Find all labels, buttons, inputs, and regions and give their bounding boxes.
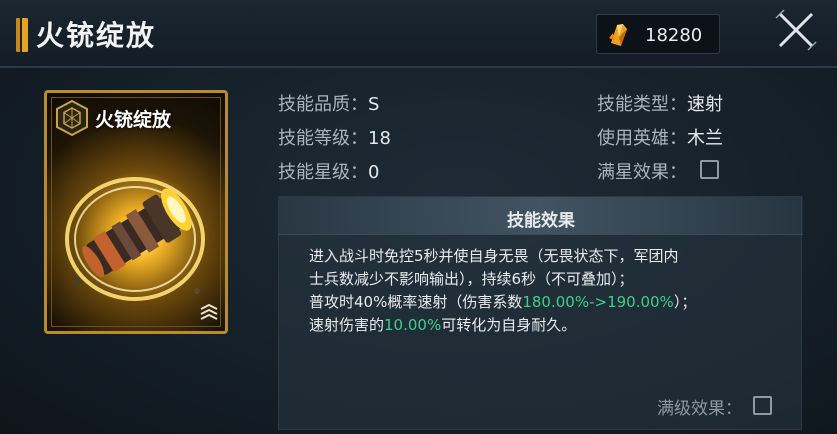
stat-quality-value: S — [368, 94, 380, 115]
effect-description: 进入战斗时免控5秒并使自身无畏（无畏状态下，军团内 士兵数减少不影响输出），持续… — [309, 245, 779, 337]
stat-hero-label: 使用英雄： — [597, 128, 687, 149]
header-bar: 火铳绽放 18280 — [0, 0, 837, 68]
effect-line-1: 进入战斗时免控5秒并使自身无畏（无畏状态下，军团内 — [309, 247, 679, 265]
effect-conversion-highlight: 10.00% — [384, 316, 442, 334]
effect-header: 技能效果 — [279, 197, 803, 235]
close-button[interactable] — [768, 4, 824, 56]
effect-line-4-text: 速射伤害的 — [309, 316, 385, 334]
currency-amount: 18280 — [645, 25, 703, 46]
effect-title: 技能效果 — [507, 211, 575, 231]
crystal-shard-icon — [609, 24, 627, 46]
stat-hero: 使用英雄：木兰 — [597, 124, 723, 150]
effect-line-4-tail: 可转化为自身耐久。 — [441, 316, 577, 334]
maxlevel-checkbox[interactable] — [753, 396, 772, 415]
maxlevel-label: 满级效果： — [657, 399, 742, 419]
stat-star: 技能星级：0 — [278, 158, 379, 184]
effect-line-3-tail: ）； — [673, 293, 697, 311]
title-accent-bar — [16, 18, 28, 52]
stat-star-value: 0 — [368, 162, 380, 183]
skill-card: 火铳绽放 — [44, 90, 228, 334]
effect-coefficient-highlight: 180.00%->190.00% — [522, 293, 674, 311]
effect-line-3: 普攻时40%概率速射（伤害系数180.00%->190.00%）； — [309, 291, 779, 314]
stat-fullstar: 满星效果： — [597, 158, 687, 184]
effect-box: 技能效果 进入战斗时免控5秒并使自身无畏（无畏状态下，军团内 士兵数减少不影响输… — [278, 196, 803, 430]
stat-hero-value: 木兰 — [687, 128, 723, 149]
stat-quality: 技能品质：S — [278, 90, 379, 116]
stat-quality-label: 技能品质： — [278, 94, 368, 115]
stat-type: 技能类型：速射 — [597, 90, 723, 116]
stat-star-label: 技能星级： — [278, 162, 368, 183]
currency-display: 18280 — [596, 14, 720, 54]
effect-line-2: 士兵数减少不影响输出），持续6秒（不可叠加）； — [309, 270, 634, 288]
effect-line-3-text: 普攻时40%概率速射（伤害系数 — [309, 293, 523, 311]
page-title: 火铳绽放 — [36, 19, 157, 52]
stat-type-value: 速射 — [687, 94, 723, 115]
glowing-cannon-barrel — [65, 177, 205, 301]
stat-level-label: 技能等级： — [278, 128, 368, 149]
stat-level-value: 18 — [368, 128, 391, 149]
stat-level: 技能等级：18 — [278, 124, 391, 150]
effect-line-4: 速射伤害的10.00%可转化为自身耐久。 — [309, 314, 779, 337]
skill-detail-panel: 火铳绽放 18280 火铳绽放 技能品质：S 技能等级：18 技能星级：0 技能… — [0, 0, 837, 434]
hexagon-emblem-icon — [56, 99, 88, 137]
rank-chevron-icon — [200, 303, 218, 320]
stat-type-label: 技能类型： — [597, 94, 687, 115]
close-x-icon — [775, 9, 817, 51]
stat-fullstar-label: 满星效果： — [597, 162, 687, 183]
fullstar-checkbox[interactable] — [700, 160, 719, 179]
card-title: 火铳绽放 — [95, 109, 172, 131]
